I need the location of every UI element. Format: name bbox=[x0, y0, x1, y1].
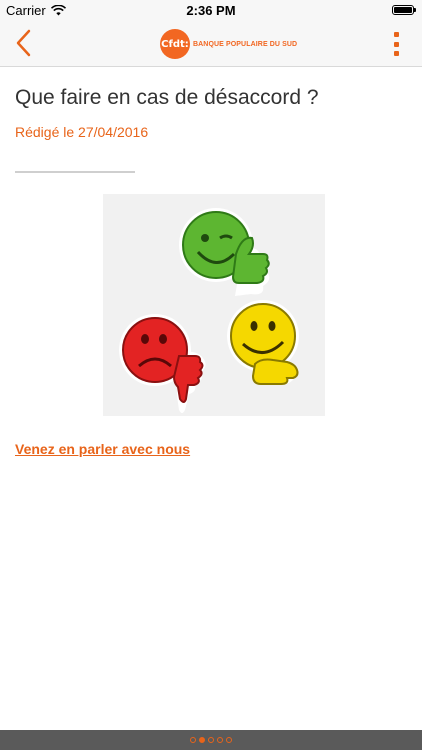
page-dot-1[interactable] bbox=[190, 737, 196, 743]
article-title: Que faire en cas de désaccord ? bbox=[15, 86, 319, 109]
contact-us-link[interactable]: Venez en parler avec nous bbox=[15, 441, 190, 457]
yellow-smiley bbox=[227, 300, 299, 385]
chevron-left-icon bbox=[16, 29, 31, 57]
cfdt-logo: Cfdt: BANQUE POPULAIRE DU SUD bbox=[160, 29, 298, 59]
article-date: Rédigé le 27/04/2016 bbox=[15, 124, 149, 140]
more-options-button[interactable] bbox=[390, 30, 402, 58]
page-dot-3[interactable] bbox=[208, 737, 214, 743]
page-dot-5[interactable] bbox=[226, 737, 232, 743]
battery-icon bbox=[392, 5, 416, 15]
status-time: 2:36 PM bbox=[186, 3, 236, 18]
navigation-bar: Cfdt: BANQUE POPULAIRE DU SUD bbox=[0, 22, 422, 67]
page-dot-2[interactable] bbox=[199, 737, 205, 743]
more-vertical-icon bbox=[393, 32, 399, 37]
page-indicator-bar bbox=[0, 730, 422, 750]
status-bar: Carrier 2:36 PM bbox=[0, 0, 422, 22]
logo-mark: Cfdt: bbox=[160, 29, 190, 59]
smiley-image bbox=[103, 194, 325, 416]
back-button[interactable] bbox=[10, 28, 40, 58]
green-smiley bbox=[179, 208, 270, 296]
page-dot-4[interactable] bbox=[217, 737, 223, 743]
red-smiley bbox=[119, 314, 206, 413]
logo-text: BANQUE POPULAIRE DU SUD bbox=[193, 40, 298, 48]
title-divider bbox=[15, 171, 135, 173]
